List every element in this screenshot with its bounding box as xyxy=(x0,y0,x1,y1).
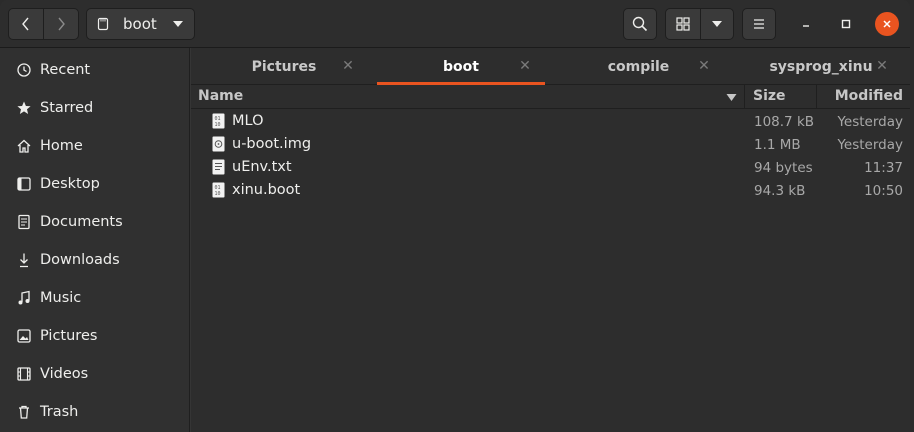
file-name: uEnv.txt xyxy=(232,159,292,175)
binary-file-icon: 0110 xyxy=(212,182,225,198)
back-button[interactable] xyxy=(8,8,44,40)
sidebar-item-pictures[interactable]: Pictures xyxy=(0,317,190,355)
file-name: u-boot.img xyxy=(232,136,312,152)
caret-down-icon xyxy=(173,21,183,27)
star-icon xyxy=(15,99,33,117)
file-name: xinu.boot xyxy=(232,182,301,198)
sidebar-item-trash[interactable]: Trash xyxy=(0,393,190,431)
disk-image-file-icon xyxy=(212,136,225,152)
tab-label: boot xyxy=(443,58,479,75)
sidebar-item-label: Home xyxy=(40,138,83,154)
maximize-button[interactable] xyxy=(834,12,858,36)
column-header-name[interactable]: Name xyxy=(198,88,243,104)
file-size: 94.3 kB xyxy=(754,183,806,199)
forward-button[interactable] xyxy=(43,8,79,40)
picture-icon xyxy=(15,327,33,345)
column-header-row: Name Size Modified xyxy=(191,85,910,109)
svg-text:10: 10 xyxy=(215,122,221,128)
close-tab-icon[interactable]: ✕ xyxy=(697,58,711,74)
view-mode-button[interactable] xyxy=(665,8,701,40)
binary-file-icon: 0110 xyxy=(212,113,225,129)
table-row[interactable]: 01 10 MLO 108.7 kB Yesterday xyxy=(191,110,910,133)
tab-bar: Pictures ✕ boot ✕ compile ✕ sysprog_xinu… xyxy=(191,48,910,85)
caret-down-icon xyxy=(712,21,722,27)
drive-icon xyxy=(97,17,109,31)
sidebar-item-label: Downloads xyxy=(40,252,120,268)
desktop-icon xyxy=(15,175,33,193)
text-file-icon xyxy=(212,159,225,175)
table-row[interactable]: 01 10 xinu.boot 94.3 kB 10:50 xyxy=(191,179,910,202)
column-separator[interactable] xyxy=(744,85,745,109)
view-options-button[interactable] xyxy=(700,8,734,40)
close-tab-icon[interactable]: ✕ xyxy=(518,58,532,74)
table-row[interactable]: uEnv.txt 94 bytes 11:37 xyxy=(191,156,910,179)
search-icon xyxy=(632,16,648,32)
tab-label: compile xyxy=(607,58,670,75)
column-separator[interactable] xyxy=(816,85,817,109)
chevron-left-icon xyxy=(22,17,29,31)
sidebar-item-videos[interactable]: Videos xyxy=(0,355,190,393)
file-modified: Yesterday xyxy=(837,114,903,130)
chevron-right-icon xyxy=(58,17,65,31)
sidebar-item-label: Trash xyxy=(40,404,79,420)
sidebar-item-desktop[interactable]: Desktop xyxy=(0,165,190,203)
tab-pictures[interactable]: Pictures ✕ xyxy=(191,48,377,85)
clock-icon xyxy=(15,61,33,79)
document-icon xyxy=(15,213,33,231)
file-manager-window: boot Recent Starred Home Desktop Documen… xyxy=(0,0,910,432)
sidebar-item-starred[interactable]: Starred xyxy=(0,89,190,127)
column-header-size[interactable]: Size xyxy=(753,88,786,104)
hamburger-menu-icon xyxy=(754,19,764,29)
video-icon xyxy=(15,365,33,383)
file-modified: Yesterday xyxy=(837,137,903,153)
file-size: 108.7 kB xyxy=(754,114,815,130)
sidebar-item-label: Documents xyxy=(40,214,123,230)
sidebar-item-label: Desktop xyxy=(40,176,100,192)
file-name: MLO xyxy=(232,113,264,129)
sort-descending-icon[interactable] xyxy=(726,93,737,102)
tab-compile[interactable]: compile ✕ xyxy=(545,48,732,85)
file-modified: 10:50 xyxy=(864,183,903,199)
minimize-button[interactable] xyxy=(794,12,818,36)
file-size: 1.1 MB xyxy=(754,137,801,153)
home-icon xyxy=(15,137,33,155)
file-list-view: Name Size Modified 01 10 MLO 108.7 kB Yes… xyxy=(191,85,910,432)
path-bar-label: boot xyxy=(123,15,157,33)
close-tab-icon[interactable]: ✕ xyxy=(341,58,355,74)
grid-view-icon xyxy=(676,17,690,31)
file-size: 94 bytes xyxy=(754,160,813,176)
tab-sysprog-xinu[interactable]: sysprog_xinu ✕ xyxy=(732,48,910,85)
sidebar-item-music[interactable]: Music xyxy=(0,279,190,317)
close-window-button[interactable] xyxy=(875,12,899,36)
sidebar: Recent Starred Home Desktop Documents Do… xyxy=(0,48,190,432)
svg-text:10: 10 xyxy=(215,191,221,197)
sidebar-item-downloads[interactable]: Downloads xyxy=(0,241,190,279)
tab-boot[interactable]: boot ✕ xyxy=(377,48,545,85)
sidebar-item-label: Starred xyxy=(40,100,94,116)
music-icon xyxy=(15,289,33,307)
file-modified: 11:37 xyxy=(864,160,903,176)
minimize-icon xyxy=(803,25,809,27)
sidebar-item-label: Pictures xyxy=(40,328,98,344)
header-bar: boot xyxy=(0,0,910,48)
search-button[interactable] xyxy=(623,8,657,40)
maximize-icon xyxy=(841,19,851,29)
sidebar-item-home[interactable]: Home xyxy=(0,127,190,165)
menu-button[interactable] xyxy=(742,8,776,40)
tab-label: Pictures xyxy=(251,58,317,75)
sidebar-item-recent[interactable]: Recent xyxy=(0,51,190,89)
sidebar-item-documents[interactable]: Documents xyxy=(0,203,190,241)
tab-label: sysprog_xinu xyxy=(769,58,873,75)
close-icon xyxy=(883,20,891,28)
sidebar-item-label: Videos xyxy=(40,366,89,382)
sidebar-item-label: Recent xyxy=(40,62,91,78)
table-row[interactable]: u-boot.img 1.1 MB Yesterday xyxy=(191,133,910,156)
column-header-modified[interactable]: Modified xyxy=(835,88,903,104)
trash-icon xyxy=(15,403,33,421)
path-bar-button[interactable]: boot xyxy=(86,8,195,40)
download-icon xyxy=(15,251,33,269)
close-tab-icon[interactable]: ✕ xyxy=(875,58,889,74)
sidebar-item-label: Music xyxy=(40,290,82,306)
